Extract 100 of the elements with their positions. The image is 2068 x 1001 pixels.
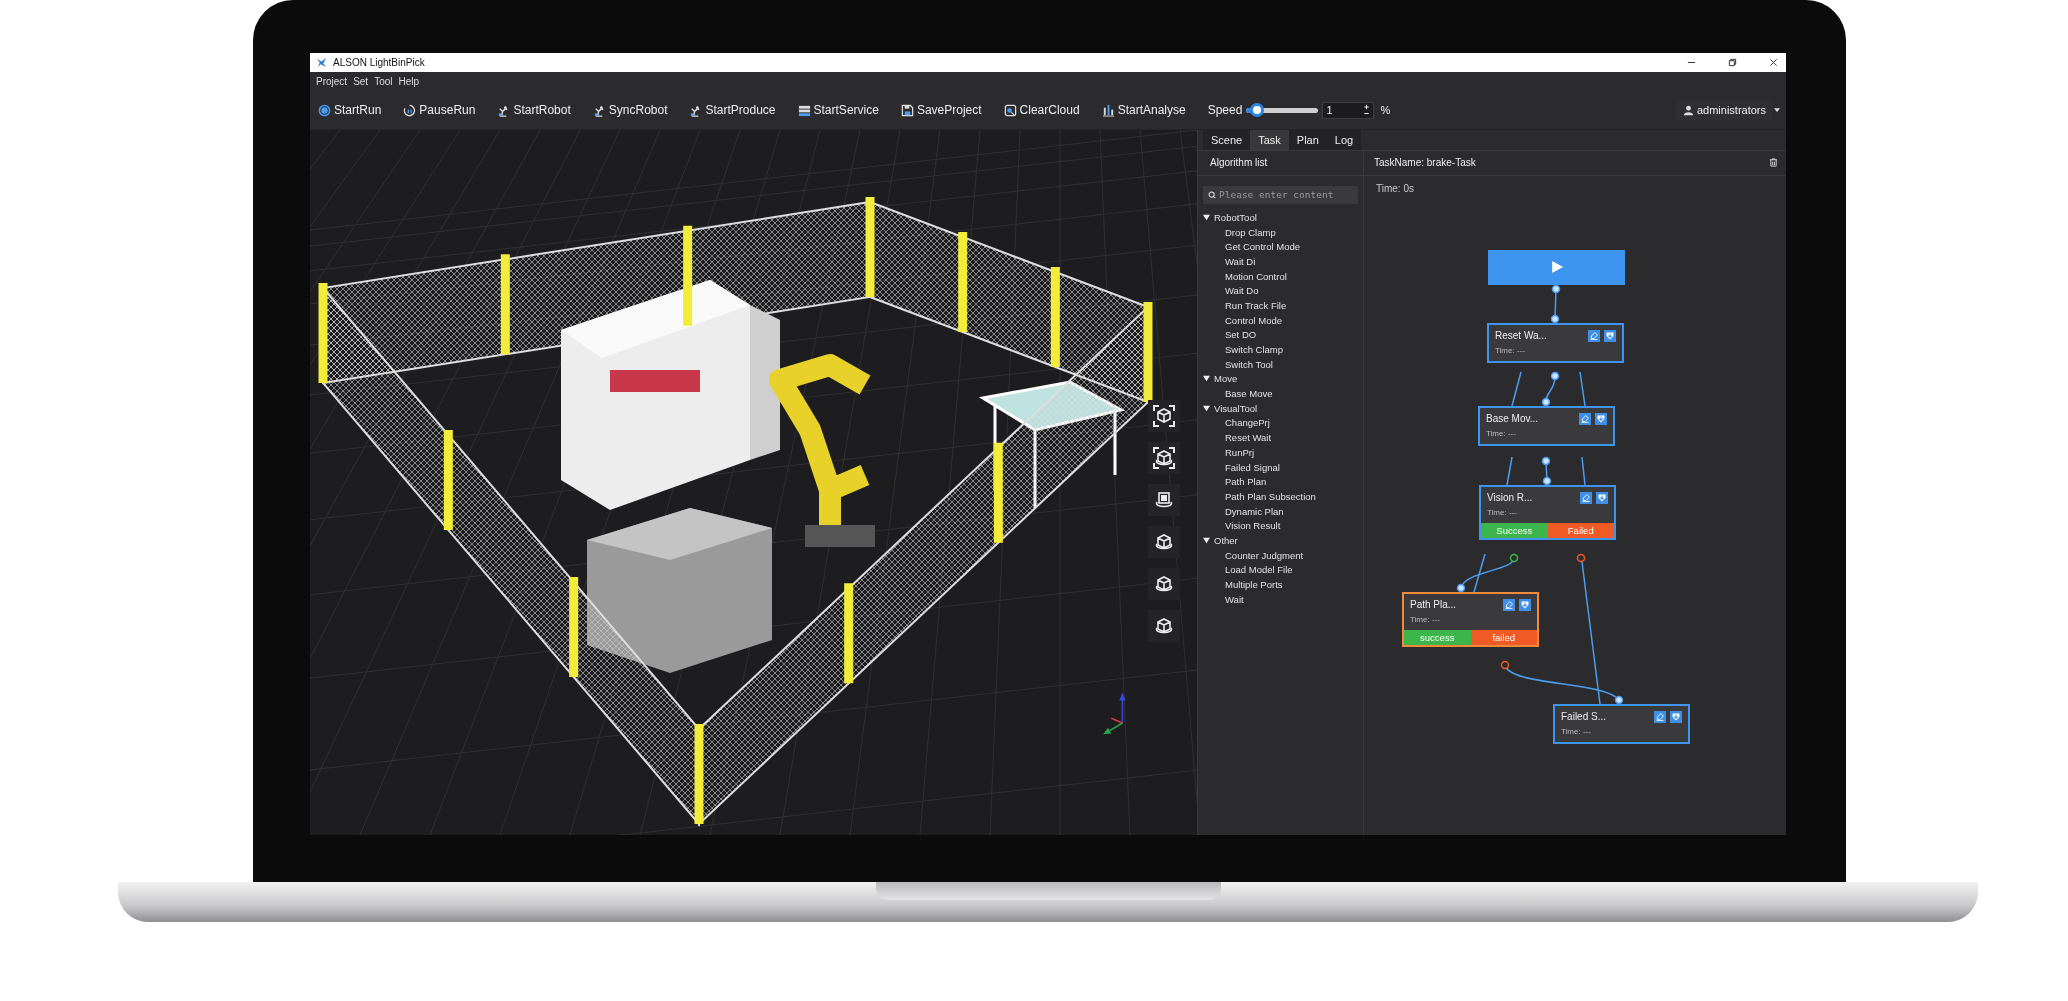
cube-orbit-icon[interactable]: [1148, 610, 1180, 642]
node-title: Path Pla...: [1410, 599, 1458, 611]
tree-item[interactable]: Switch Tool: [1225, 358, 1273, 370]
tree-group[interactable]: Move: [1214, 373, 1238, 385]
slider-thumb[interactable]: [1250, 102, 1265, 117]
close-icon[interactable]: [1769, 57, 1778, 67]
flow-node[interactable]: Path Pla... Time: --- success failed: [1402, 592, 1539, 647]
tree-item[interactable]: Multiple Ports: [1225, 579, 1283, 590]
tree-item[interactable]: Vision Result: [1225, 520, 1281, 532]
node-title: Vision R...: [1487, 492, 1534, 504]
cube-frame-icon[interactable]: [1148, 442, 1180, 474]
menu-item[interactable]: Set: [353, 76, 369, 88]
tree-item[interactable]: ChangePrj: [1225, 417, 1270, 429]
tree-item[interactable]: Reset Wait: [1225, 432, 1272, 444]
tree-item[interactable]: Control Mode: [1225, 314, 1283, 326]
toolbar-button[interactable]: StartService: [797, 101, 879, 120]
node-time: Time: ---: [1495, 346, 1526, 355]
connector-line: [1541, 371, 1560, 407]
caret-icon[interactable]: [1203, 213, 1210, 221]
menu-item[interactable]: Tool: [374, 76, 393, 88]
toolbar-button[interactable]: SyncRobot: [592, 101, 668, 120]
edit-icon[interactable]: [1579, 413, 1591, 425]
save-icon: [900, 103, 914, 117]
tree-item[interactable]: Drop Clamp: [1225, 226, 1276, 238]
start-node[interactable]: [1488, 250, 1625, 285]
tree-item[interactable]: RunPrj: [1225, 446, 1255, 458]
tree-item[interactable]: Motion Control: [1225, 270, 1287, 282]
robot-arm-icon: [592, 103, 606, 117]
node-time: Time: ---: [1410, 615, 1441, 624]
download-icon[interactable]: [1596, 492, 1608, 504]
connector-line: [1506, 456, 1513, 486]
tree-group[interactable]: VisualTool: [1214, 402, 1258, 414]
tree-item[interactable]: Run Track File: [1225, 299, 1287, 311]
record-icon: [318, 103, 331, 117]
download-icon[interactable]: [1670, 711, 1682, 723]
dropdown-caret-icon[interactable]: [1774, 108, 1780, 113]
toolbar-button[interactable]: StartAnalyse: [1101, 101, 1186, 120]
tab[interactable]: Scene: [1203, 130, 1251, 150]
tree-item[interactable]: Set DO: [1225, 329, 1257, 341]
tree-item[interactable]: Switch Clamp: [1225, 344, 1284, 355]
tree-item[interactable]: Path Plan: [1225, 476, 1267, 488]
tree-item[interactable]: Wait: [1225, 593, 1244, 605]
user-menu-button[interactable]: administrators: [1676, 100, 1772, 121]
play-icon: [1550, 261, 1563, 274]
cube-orbit-icon[interactable]: [1148, 526, 1180, 558]
screen-orbit-icon[interactable]: [1148, 484, 1180, 516]
tree-item[interactable]: Load Model File: [1225, 564, 1293, 576]
cube-orbit-icon[interactable]: [1148, 568, 1180, 600]
caret-icon[interactable]: [1203, 404, 1210, 412]
edit-icon[interactable]: [1503, 599, 1515, 611]
download-icon[interactable]: [1519, 599, 1531, 611]
connector-line: [1579, 371, 1586, 407]
tab[interactable]: Task: [1250, 130, 1289, 150]
speed-field[interactable]: 1: [1322, 101, 1375, 119]
tree-group[interactable]: RobotTool: [1214, 211, 1257, 223]
tree-group[interactable]: Other: [1214, 534, 1238, 546]
toolbar-button[interactable]: StartRobot: [497, 101, 571, 120]
node-title: Reset Wa...: [1495, 330, 1548, 342]
panel-heading: Algorithm list: [1198, 151, 1363, 176]
toolbar-button[interactable]: StartProduce: [689, 101, 776, 120]
connector-line: [1581, 456, 1586, 486]
speed-label: Speed: [1207, 103, 1243, 118]
elapsed-time: Time: 0s: [1375, 182, 1415, 196]
bar-chart-icon: [1101, 103, 1115, 117]
cube-frame-icon[interactable]: [1148, 400, 1180, 432]
caret-icon[interactable]: [1203, 536, 1210, 544]
download-icon[interactable]: [1595, 413, 1607, 425]
restore-icon[interactable]: [1728, 57, 1737, 67]
edit-icon[interactable]: [1588, 330, 1600, 342]
tree-item[interactable]: Counter Judgment: [1225, 549, 1304, 561]
menu-item[interactable]: Project: [316, 76, 348, 88]
task-name: TaskName: brake-Task: [1374, 157, 1477, 169]
toolbar-button[interactable]: SaveProject: [900, 101, 982, 120]
download-icon[interactable]: [1604, 330, 1616, 342]
flow-node[interactable]: Reset Wa... Time: ---: [1487, 323, 1624, 363]
edit-icon[interactable]: [1654, 711, 1666, 723]
edit-icon[interactable]: [1580, 492, 1592, 504]
trash-icon[interactable]: [1769, 158, 1778, 168]
tree-item[interactable]: Wait Di: [1225, 255, 1256, 267]
tree-item[interactable]: Base Move: [1225, 388, 1273, 400]
node-title: Base Mov...: [1486, 413, 1540, 425]
tree-item[interactable]: Get Control Mode: [1225, 241, 1300, 253]
toolbar-button[interactable]: ClearCloud: [1003, 101, 1080, 120]
search-field[interactable]: Please enter content: [1203, 186, 1358, 204]
node-time: Time: ---: [1486, 429, 1517, 438]
tree-item[interactable]: Wait Do: [1225, 285, 1259, 297]
tree-item[interactable]: Dynamic Plan: [1225, 505, 1284, 517]
server-icon: [797, 103, 811, 117]
tree-item[interactable]: Path Plan Subsection: [1225, 490, 1316, 502]
search-icon: [1208, 191, 1216, 199]
flow-node[interactable]: Vision R... Time: --- Success Failed: [1479, 485, 1616, 540]
caret-icon[interactable]: [1203, 375, 1210, 383]
toolbar-button[interactable]: StartRun: [318, 101, 382, 120]
toolbar-button[interactable]: PauseRun: [403, 101, 476, 120]
flow-node[interactable]: Failed S... Time: ---: [1553, 704, 1690, 744]
flow-node[interactable]: Base Mov... Time: ---: [1478, 406, 1615, 446]
tree-item[interactable]: Failed Signal: [1225, 461, 1280, 473]
connector-line: [1511, 371, 1522, 407]
menu-item[interactable]: Help: [398, 76, 420, 88]
node-title: Failed S...: [1561, 711, 1608, 723]
